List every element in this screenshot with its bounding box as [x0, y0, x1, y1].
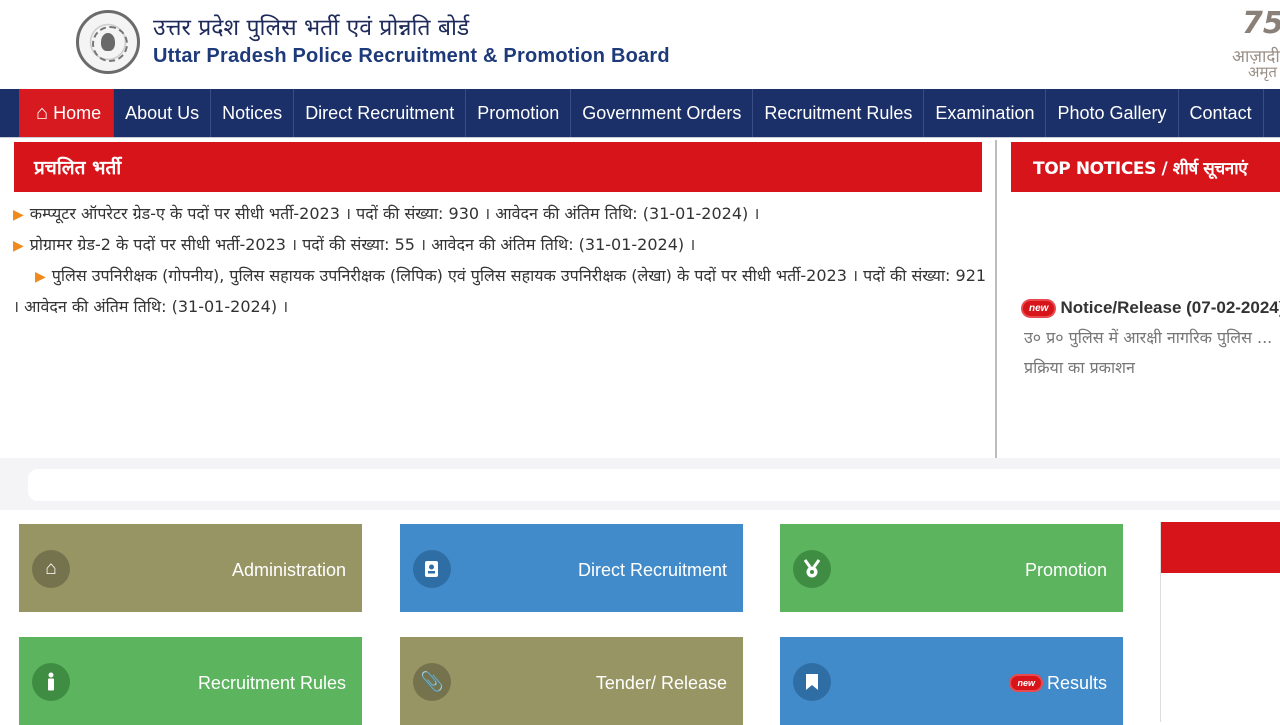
main-nav: ⌂ Home About Us Notices Direct Recruitme… — [0, 89, 1280, 138]
top-notices-heading: TOP NOTICES / शीर्ष सूचनाएं — [1011, 142, 1280, 192]
notice-description[interactable]: उ० प्र० पुलिस में आरक्षी नागरिक पुलिस ..… — [1024, 323, 1280, 383]
side-widget — [1160, 522, 1280, 722]
side-widget-header — [1161, 522, 1280, 573]
marquee-band — [0, 458, 1280, 510]
nav-home-label: Home — [53, 102, 102, 123]
bullet-arrow-icon: ▶ — [35, 269, 46, 285]
new-badge-icon: new — [1011, 676, 1041, 690]
bullet-arrow-icon: ▶ — [13, 238, 24, 254]
tile-recruitment-rules[interactable]: Recruitment Rules — [19, 637, 362, 725]
site-title-english: Uttar Pradesh Police Recruitment & Promo… — [153, 45, 670, 67]
nav-recruitment-rules[interactable]: Recruitment Rules — [753, 89, 925, 137]
current-recruitment-heading: प्रचलित भर्ती — [14, 142, 982, 192]
contact-book-icon — [413, 550, 451, 588]
tile-administration[interactable]: ⌂ Administration — [19, 524, 362, 612]
recruitment-item-text: पुलिस उपनिरीक्षक (गोपनीय), पुलिस सहायक उ… — [13, 266, 987, 316]
tile-tender-release[interactable]: 📎 Tender/ Release — [400, 637, 743, 725]
tile-label: Administration — [231, 560, 346, 580]
home-icon: ⌂ — [36, 101, 49, 124]
tile-direct-recruitment[interactable]: Direct Recruitment — [400, 524, 743, 612]
bullet-arrow-icon: ▶ — [13, 207, 24, 223]
site-header: उत्तर प्रदेश पुलिस भर्ती एवं प्रोन्नति ब… — [0, 0, 1280, 89]
medal-icon — [793, 550, 831, 588]
notice-item[interactable]: new Notice/Release (07-02-2024) — [1023, 298, 1280, 318]
tile-label-text: Results — [1046, 673, 1107, 693]
nav-promotion[interactable]: Promotion — [466, 89, 572, 137]
azadi-number: 75 — [1242, 6, 1280, 41]
new-badge-icon: new — [1023, 301, 1055, 316]
nav-notices[interactable]: Notices — [211, 89, 295, 137]
nav-photo-gallery[interactable]: Photo Gallery — [1046, 89, 1179, 137]
notice-title[interactable]: Notice/Release (07-02-2024) — [1060, 298, 1280, 317]
azadi-line2: अमृत — [1248, 63, 1277, 81]
tile-label: Tender/ Release — [595, 673, 727, 693]
recruitment-list: ▶ कम्प्यूटर ऑपरेटर ग्रेड-ए के पदों पर सीध… — [13, 199, 991, 322]
person-icon — [32, 663, 70, 701]
marquee-bar — [28, 469, 1280, 501]
bookmark-icon — [793, 663, 831, 701]
nav-direct-recruitment[interactable]: Direct Recruitment — [294, 89, 467, 137]
nav-examination[interactable]: Examination — [924, 89, 1047, 137]
nav-home[interactable]: ⌂ Home — [19, 89, 115, 137]
tile-label: Direct Recruitment — [577, 560, 727, 580]
recruitment-item[interactable]: ▶ पुलिस उपनिरीक्षक (गोपनीय), पुलिस सहायक … — [0, 261, 991, 322]
tile-label: Promotion — [1024, 560, 1107, 580]
up-police-emblem-logo[interactable] — [76, 10, 140, 74]
nav-government-orders[interactable]: Government Orders — [571, 89, 754, 137]
home-icon: ⌂ — [32, 550, 70, 588]
tile-label: Recruitment Rules — [197, 673, 346, 693]
current-recruitment-panel: प्रचलित भर्ती ▶ कम्प्यूटर ऑपरेटर ग्रेड-ए … — [0, 138, 997, 468]
top-notices-panel: TOP NOTICES / शीर्ष सूचनाएं new Notice/Re… — [997, 138, 1280, 468]
site-title-hindi: उत्तर प्रदेश पुलिस भर्ती एवं प्रोन्नति ब… — [153, 15, 470, 41]
recruitment-item[interactable]: ▶ प्रोग्रामर ग्रेड-2 के पदों पर सीधी भर्त… — [13, 230, 991, 261]
paperclip-icon: 📎 — [413, 663, 451, 701]
tile-promotion[interactable]: Promotion — [780, 524, 1123, 612]
nav-contact[interactable]: Contact — [1179, 89, 1264, 137]
recruitment-item[interactable]: ▶ कम्प्यूटर ऑपरेटर ग्रेड-ए के पदों पर सीध… — [13, 199, 991, 230]
nav-about-us[interactable]: About Us — [114, 89, 212, 137]
tile-label: new Results — [1011, 673, 1107, 694]
recruitment-item-text: कम्प्यूटर ऑपरेटर ग्रेड-ए के पदों पर सीधी… — [29, 204, 760, 223]
recruitment-item-text: प्रोग्रामर ग्रेड-2 के पदों पर सीधी भर्ती… — [29, 235, 696, 254]
tile-results[interactable]: new Results — [780, 637, 1123, 725]
azadi-ka-amrit-mahotsav-logo: 75 आज़ादी अमृत — [1232, 6, 1280, 81]
